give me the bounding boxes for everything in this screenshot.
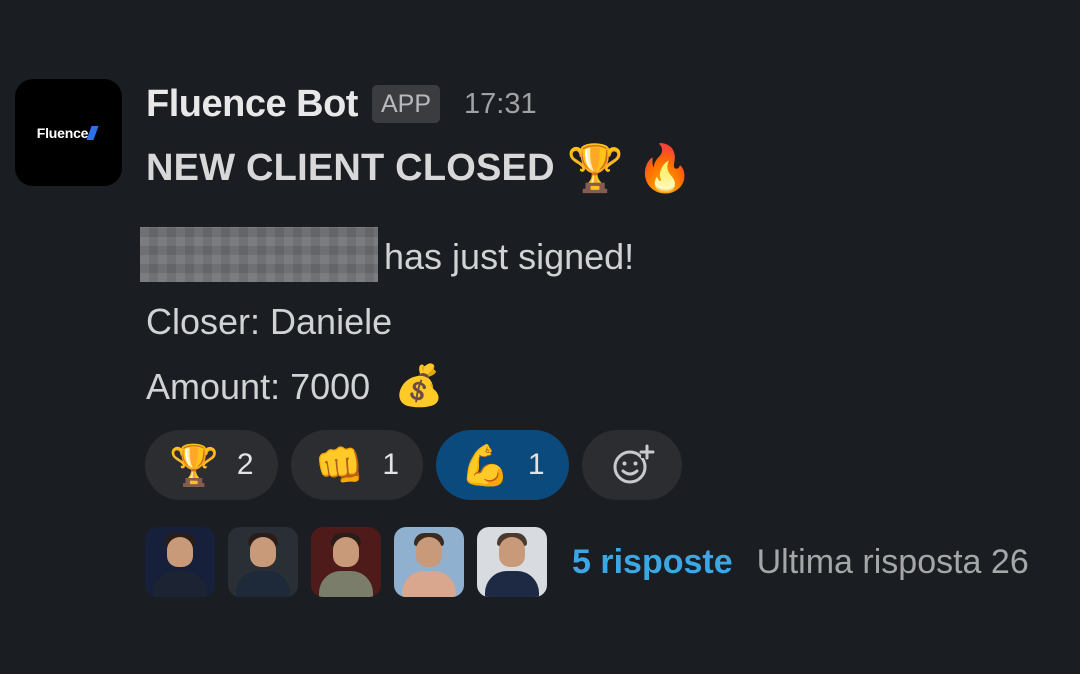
avatar[interactable] — [228, 527, 298, 597]
reaction-count: 1 — [527, 448, 545, 481]
sender-name[interactable]: Fluence Bot — [146, 83, 358, 126]
amount-line: Amount: 7000 💰 — [146, 361, 444, 411]
money-bag-icon: 💰 — [394, 363, 444, 409]
add-reaction-button[interactable] — [581, 430, 682, 500]
bot-avatar[interactable]: Fluence — [15, 79, 122, 186]
avatar[interactable] — [145, 527, 215, 597]
amount-text: Amount: 7000 — [146, 366, 371, 407]
thread-summary[interactable]: 5 risposte Ultima risposta 26 — [145, 526, 1029, 598]
reaction-trophy[interactable]: 🏆 2 — [145, 430, 278, 500]
reaction-flexed-biceps[interactable]: 💪 1 — [436, 430, 569, 500]
fist-bump-icon: 👊 — [314, 442, 365, 489]
flexed-biceps-icon: 💪 — [460, 442, 510, 489]
last-reply-text: Ultima risposta 26 — [756, 542, 1029, 581]
replies-link[interactable]: 5 risposte — [572, 543, 733, 582]
avatar[interactable] — [311, 527, 381, 597]
message-title: NEW CLIENT CLOSED 🏆 🔥 — [146, 140, 694, 196]
redacted-client-name — [140, 227, 378, 282]
avatar[interactable] — [477, 527, 547, 597]
message-header: Fluence Bot APP 17:31 — [146, 80, 537, 128]
fluence-logo: Fluence — [37, 125, 99, 141]
trophy-icon: 🏆 — [169, 442, 219, 489]
add-reaction-icon — [613, 444, 654, 484]
closer-line: Closer: Daniele — [146, 301, 393, 342]
signed-text: has just signed! — [384, 236, 635, 277]
reaction-count: 2 — [236, 448, 254, 481]
avatar[interactable] — [394, 527, 464, 597]
reaction-count: 1 — [382, 448, 399, 481]
reaction-fist-bump[interactable]: 👊 1 — [290, 430, 423, 500]
app-badge: APP — [371, 85, 440, 123]
trophy-icon: 🏆 — [566, 141, 625, 195]
message-title-text: NEW CLIENT CLOSED — [146, 146, 555, 189]
message-timestamp[interactable]: 17:31 — [464, 88, 537, 121]
fire-icon: 🔥 — [636, 141, 694, 195]
reactions-bar: 🏆 2 👊 1 💪 1 — [145, 430, 682, 500]
